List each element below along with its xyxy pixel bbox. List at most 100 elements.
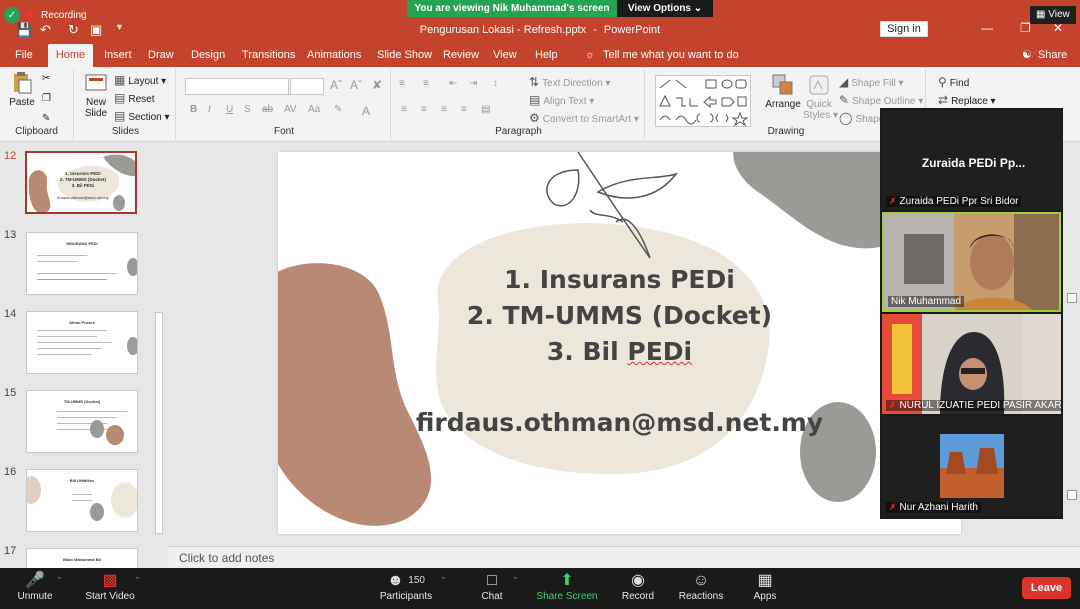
font-name-select[interactable] (185, 78, 289, 95)
line-spacing-icon[interactable]: ↕ (493, 78, 498, 89)
align-left-icon[interactable]: ≡ (401, 104, 407, 115)
new-slide-button[interactable]: New Slide (82, 71, 110, 119)
minimize-icon[interactable]: — (981, 21, 993, 35)
apps-button[interactable]: ▦ Apps (748, 571, 782, 602)
slide-thumbnail-16[interactable]: Bill UHMiltes (26, 469, 138, 532)
shapes-gallery-icon (659, 79, 749, 127)
chevron-up-icon[interactable]: ˆ (58, 576, 61, 586)
slide-thumbnail-14[interactable]: Aliran Proses (26, 311, 138, 374)
chevron-up-icon[interactable]: ˆ (136, 576, 139, 586)
bold-icon[interactable]: B (190, 104, 197, 115)
tab-draw[interactable]: Draw (148, 44, 174, 67)
participant-tile[interactable]: Zuraida PEDi Pp... ✗ Zuraida PEDi Ppr Sri… (882, 110, 1061, 210)
unmute-button[interactable]: 🎤 Unmute (13, 571, 57, 602)
italic-icon[interactable]: I (208, 104, 211, 115)
quick-styles-button[interactable]: Quick Styles ▾ (803, 73, 838, 121)
bullets-icon[interactable]: ≡ (399, 78, 405, 89)
tab-view[interactable]: View (493, 44, 517, 67)
tab-file[interactable]: File (15, 44, 33, 67)
font-size-select[interactable] (290, 78, 324, 95)
decrease-font-icon[interactable]: Aˇ (350, 78, 362, 92)
chat-button[interactable]: □ Chat (474, 571, 510, 602)
video-feed-nurul (882, 314, 1061, 414)
underline-icon[interactable]: U (226, 104, 233, 115)
slides-group: New Slide ▦ Layout ▾ ▤ Reset ▤ Section ▾ Sl… (76, 69, 176, 140)
decrease-indent-icon[interactable]: ⇤ (449, 78, 457, 89)
font-color-icon[interactable]: A (362, 104, 370, 118)
participant-tile-active[interactable]: Nik Muhammad (882, 212, 1061, 312)
copy-icon[interactable]: ❐ (42, 93, 51, 104)
arrange-icon (772, 74, 793, 95)
shape-fill-button[interactable]: ◢ Shape Fill ▾ (839, 75, 904, 89)
format-painter-icon[interactable]: ✎ (42, 113, 50, 124)
tab-home[interactable]: Home (48, 44, 93, 67)
section-label: Section (128, 112, 162, 123)
chevron-up-icon[interactable]: ˆ (514, 576, 517, 586)
slide-thumbnail-13[interactable]: INSURANS PEDi (26, 232, 138, 295)
section-button[interactable]: ▤ Section ▾ (114, 109, 170, 123)
slide-thumbnail-12[interactable]: 1. Insurans PEDi 2. TM-UMMS (Docket) 3. … (25, 151, 137, 214)
cut-icon[interactable]: ✂ (42, 73, 50, 84)
participants-button[interactable]: ☻ 150 Participants (375, 571, 437, 602)
tab-transitions[interactable]: Transitions (242, 44, 295, 67)
align-text-button[interactable]: ▤ Align Text ▾ (529, 93, 594, 107)
align-center-icon[interactable]: ≡ (421, 104, 427, 115)
reset-button[interactable]: ▤ Reset (114, 91, 154, 105)
thumbnail-scrollbar[interactable] (155, 312, 163, 534)
recording-indicator[interactable]: ✓ Recording (4, 6, 87, 24)
shape-outline-label: Shape Outline (852, 96, 916, 107)
current-slide[interactable]: 1. Insurans PEDi 2. TM-UMMS (Docket) 3. … (278, 152, 961, 534)
tab-slide-show[interactable]: Slide Show (377, 44, 432, 67)
start-video-button[interactable]: ▩ Start Video (82, 571, 138, 602)
slide-scroll-up[interactable] (1067, 293, 1077, 303)
arrange-button[interactable]: Arrange (765, 73, 801, 110)
leave-button[interactable]: Leave (1022, 577, 1071, 599)
shapes-gallery[interactable] (655, 75, 751, 127)
font-group: Aˆ Aˇ ✘ B I U S ab AV Aa ✎ A Font (178, 69, 391, 140)
numbering-icon[interactable]: ≡ (423, 78, 429, 89)
tab-design[interactable]: Design (191, 44, 225, 67)
tab-insert[interactable]: Insert (104, 44, 132, 67)
reactions-button[interactable]: ☺ Reactions (676, 571, 726, 602)
shadow-icon[interactable]: S (244, 104, 251, 115)
increase-font-icon[interactable]: Aˆ (330, 78, 342, 92)
clear-formatting-icon[interactable]: ✘ (372, 78, 382, 92)
chevron-up-icon[interactable]: ˆ (442, 576, 445, 586)
change-case-icon[interactable]: Aa (308, 104, 320, 115)
tell-me-search[interactable]: ☼ Tell me what you want to do (585, 44, 739, 67)
reactions-label: Reactions (678, 591, 724, 602)
slide-scroll-down[interactable] (1067, 490, 1077, 500)
slide-email: firdaus.othman@msd.net.my (415, 408, 824, 437)
highlight-icon[interactable]: ✎ (334, 104, 342, 115)
shape-effects-button[interactable]: ◯ Shape (839, 111, 884, 125)
participant-tile[interactable]: ✗ Nur Azhani Harith (882, 416, 1061, 516)
layout-button[interactable]: ▦ Layout ▾ (114, 73, 166, 87)
columns-icon[interactable]: ▤ (481, 104, 490, 115)
view-options-button[interactable]: View Options ⌄ (617, 0, 713, 17)
strikethrough-icon[interactable]: ab (262, 104, 273, 115)
notes-pane[interactable]: Click to add notes (168, 546, 1080, 568)
text-direction-button[interactable]: ⇅ Text Direction ▾ (529, 75, 610, 89)
tab-animations[interactable]: Animations (307, 44, 361, 67)
tab-help[interactable]: Help (535, 44, 558, 67)
paste-button[interactable]: Paste (8, 71, 36, 108)
share-button[interactable]: ☯ Share (1022, 44, 1067, 67)
tab-review[interactable]: Review (443, 44, 479, 67)
slide-thumbnail-17[interactable]: Bilan Maklumma Bil (26, 548, 138, 568)
convert-smartart-button[interactable]: ⚙ Convert to SmartArt ▾ (529, 111, 639, 125)
align-right-icon[interactable]: ≡ (441, 104, 447, 115)
justify-icon[interactable]: ≡ (461, 104, 467, 115)
share-screen-button[interactable]: ⬆ Share Screen (534, 571, 600, 602)
increase-indent-icon[interactable]: ⇥ (469, 78, 477, 89)
shape-outline-button[interactable]: ✎ Shape Outline ▾ (839, 93, 923, 107)
replace-button[interactable]: ⇄ Replace ▾ (938, 93, 996, 107)
slide-thumbnails-panel[interactable]: 12 1. Insurans PEDi 2. TM-UMMS (Docket) … (0, 142, 168, 568)
view-button[interactable]: ▦ View (1030, 6, 1076, 24)
find-button[interactable]: ⚲ Find (938, 75, 969, 89)
spacing-icon[interactable]: AV (284, 104, 297, 115)
recording-dot-icon (26, 10, 35, 20)
sign-in-button[interactable]: Sign in (880, 21, 928, 37)
participant-tile[interactable]: ✗ NURUL IZUATIE PEDI PASIR AKAR (882, 314, 1061, 414)
slide-thumbnail-15[interactable]: TM-UMMS (Docket) (26, 390, 138, 453)
record-button[interactable]: ◉ Record (618, 571, 658, 602)
